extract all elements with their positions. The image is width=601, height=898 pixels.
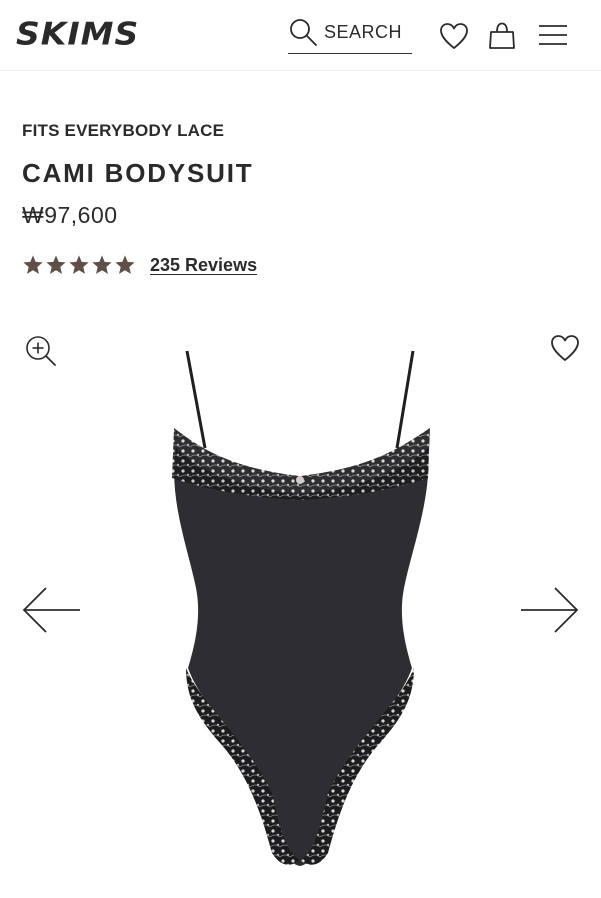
product-collection: FITS EVERYBODY LACE bbox=[22, 121, 225, 140]
star-icon bbox=[92, 255, 112, 274]
star-icon bbox=[69, 255, 89, 274]
product-title: CAMI BODYSUIT bbox=[22, 158, 254, 188]
search-icon bbox=[290, 19, 317, 46]
reviews-link[interactable]: 235 Reviews bbox=[150, 255, 257, 276]
star-icon bbox=[115, 255, 135, 274]
skims-logo[interactable]: SKIMS bbox=[16, 16, 139, 51]
search-label: SEARCH bbox=[324, 22, 403, 42]
rating-row: 235 Reviews bbox=[22, 253, 257, 277]
star-rating bbox=[22, 254, 136, 276]
add-to-wishlist-heart-icon[interactable] bbox=[549, 332, 581, 364]
shopping-bag-icon[interactable] bbox=[486, 20, 518, 52]
star-icon bbox=[46, 255, 66, 274]
search-field[interactable]: SEARCH bbox=[288, 16, 412, 54]
previous-image-arrow-icon[interactable] bbox=[22, 586, 82, 634]
product-price: ₩97,600 bbox=[22, 202, 118, 228]
star-icon bbox=[23, 255, 43, 274]
product-image bbox=[172, 350, 430, 866]
site-header: SKIMS SEARCH bbox=[0, 0, 601, 71]
product-gallery bbox=[0, 320, 601, 898]
zoom-in-icon[interactable] bbox=[24, 334, 58, 368]
hamburger-menu-icon[interactable] bbox=[537, 20, 569, 52]
next-image-arrow-icon[interactable] bbox=[519, 586, 579, 634]
heart-icon[interactable] bbox=[438, 20, 470, 52]
